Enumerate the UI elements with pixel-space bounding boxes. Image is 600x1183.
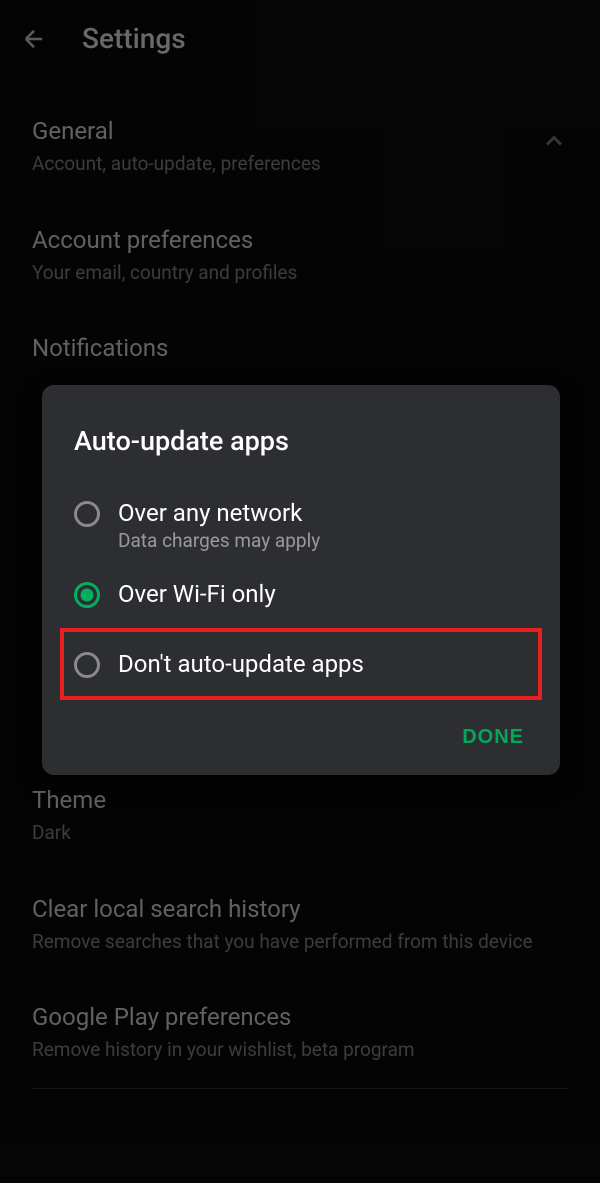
radio-icon (74, 582, 100, 608)
radio-label: Don't auto-update apps (118, 650, 528, 678)
radio-option-any-network[interactable]: Over any network Data charges may apply (42, 485, 560, 566)
radio-option-wifi-only[interactable]: Over Wi-Fi only (42, 566, 560, 622)
radio-label: Over Wi-Fi only (118, 580, 528, 608)
dialog-actions: DONE (42, 706, 560, 757)
radio-icon (74, 501, 100, 527)
radio-sublabel: Data charges may apply (118, 529, 528, 552)
radio-icon (74, 652, 100, 678)
radio-label: Over any network (118, 499, 528, 527)
auto-update-dialog: Auto-update apps Over any network Data c… (42, 385, 560, 775)
done-button[interactable]: DONE (462, 726, 524, 749)
radio-option-dont-update[interactable]: Don't auto-update apps (60, 628, 542, 700)
dialog-title: Auto-update apps (42, 425, 560, 485)
